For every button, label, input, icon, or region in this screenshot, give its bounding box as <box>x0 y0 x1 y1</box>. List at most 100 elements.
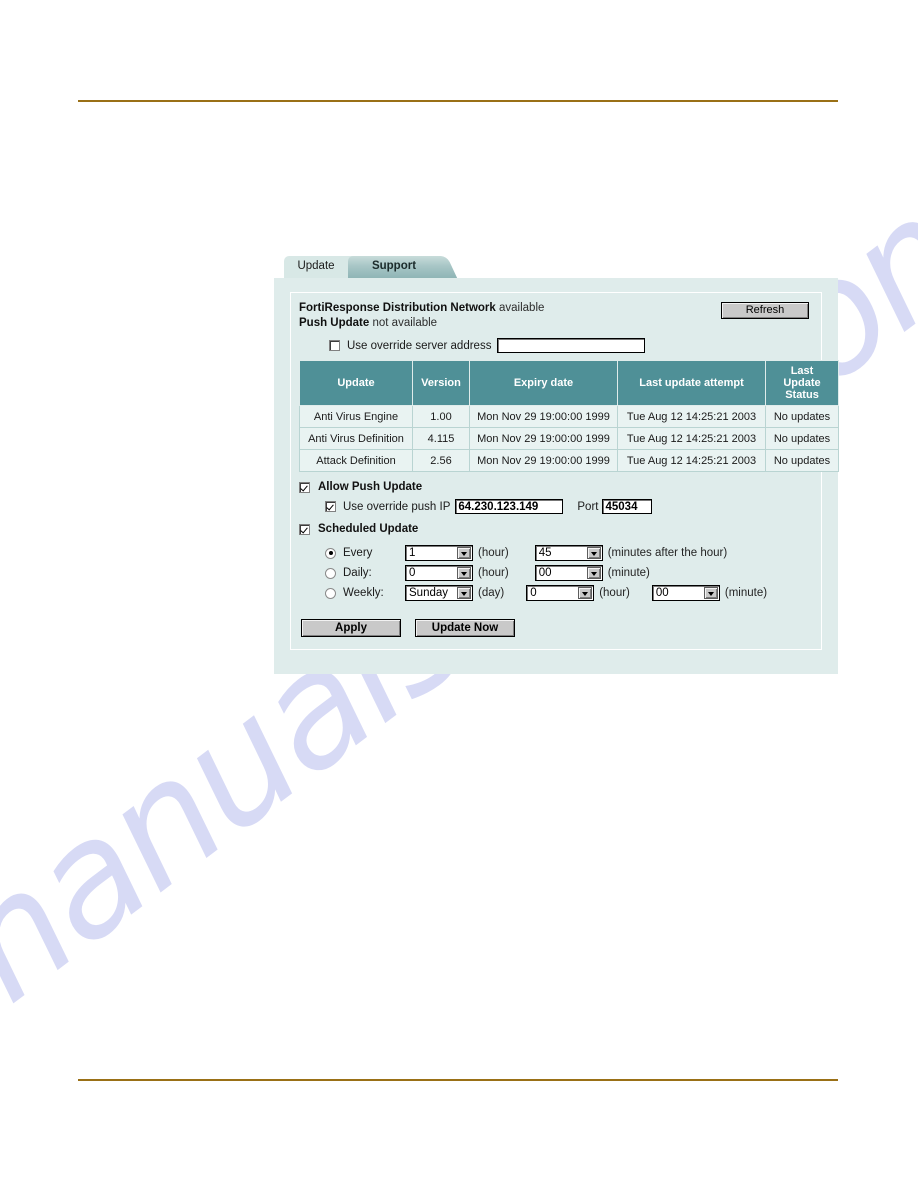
update-inner-box: FortiResponse Distribution Network avail… <box>290 292 839 650</box>
refresh-button[interactable]: Refresh <box>721 302 809 319</box>
tab-support[interactable]: Support <box>348 256 458 278</box>
override-push-ip-checkbox[interactable] <box>325 501 336 512</box>
cell-status: No updates <box>765 427 839 450</box>
update-page-screenshot: Update Support FortiResponse Distributio… <box>274 256 839 674</box>
tab-update-label: Update <box>297 260 335 272</box>
port-label: Port <box>577 500 599 513</box>
cell-last-attempt: Tue Aug 12 14:25:21 2003 <box>617 405 766 428</box>
override-push-ip-row: Use override push IP 64.230.123.149 Port… <box>325 499 813 514</box>
schedule-label-every: Every <box>343 547 373 559</box>
radio-daily[interactable] <box>325 567 336 579</box>
status-header: FortiResponse Distribution Network avail… <box>299 301 813 331</box>
schedule-row-weekly: Weekly: Sunday (day) 0 (hour) 00 (minute… <box>325 583 813 603</box>
chevron-down-icon <box>457 547 471 559</box>
every-hour-unit: (hour) <box>478 547 509 559</box>
chevron-down-icon <box>457 587 471 599</box>
allow-push-update-label: Allow Push Update <box>318 481 423 493</box>
every-minute-unit: (minutes after the hour) <box>607 547 728 559</box>
weekly-hour-unit: (hour) <box>599 587 630 599</box>
weekly-hour-select[interactable]: 0 <box>526 585 595 601</box>
every-minute-select[interactable]: 45 <box>534 545 603 561</box>
radio-weekly[interactable] <box>325 587 336 599</box>
cell-version: 2.56 <box>412 449 470 472</box>
cell-expiry: Mon Nov 29 19:00:00 1999 <box>469 449 618 472</box>
col-header-status-line-3: Status <box>785 389 819 401</box>
tab-support-skew <box>422 256 458 278</box>
table-head: Update Version Expiry date Last update a… <box>299 360 839 406</box>
daily-minute-select[interactable]: 00 <box>534 565 603 581</box>
col-header-expiry: Expiry date <box>469 360 618 406</box>
override-server-input[interactable] <box>497 338 646 353</box>
frdn-label: FortiResponse Distribution Network <box>299 302 496 314</box>
cell-expiry: Mon Nov 29 19:00:00 1999 <box>469 427 618 450</box>
col-header-status-line-2: Update <box>783 377 821 389</box>
table-body: Anti Virus Engine 1.00 Mon Nov 29 19:00:… <box>299 405 839 472</box>
table-row: Anti Virus Engine 1.00 Mon Nov 29 19:00:… <box>299 405 839 428</box>
weekly-hour-value: 0 <box>530 587 537 599</box>
page-bottom-rule <box>78 1079 838 1081</box>
cell-update: Anti Virus Definition <box>299 427 413 450</box>
daily-hour-unit: (hour) <box>478 567 509 579</box>
daily-hour-select[interactable]: 0 <box>405 565 473 581</box>
push-update-label: Push Update <box>299 317 370 329</box>
col-header-last-update-status: Last Update Status <box>765 360 839 406</box>
tab-update[interactable]: Update <box>284 256 377 278</box>
col-header-last-attempt: Last update attempt <box>617 360 766 406</box>
col-header-update: Update <box>299 360 413 406</box>
daily-minute-unit: (minute) <box>607 567 650 579</box>
scheduled-update-row: Scheduled Update <box>299 523 813 535</box>
table-header-row: Update Version Expiry date Last update a… <box>299 360 839 406</box>
schedule-row-daily: Daily: 0 (hour) 00 (minute) <box>325 563 813 583</box>
override-push-ip-input[interactable]: 64.230.123.149 <box>455 499 564 514</box>
schedule-label-daily: Daily: <box>343 567 372 579</box>
weekly-minute-value: 00 <box>655 587 669 599</box>
cell-version: 4.115 <box>412 427 470 450</box>
col-header-status-line-1: Last <box>790 365 814 377</box>
schedule-options: Every 1 (hour) 45 (minutes after the hou… <box>325 543 813 603</box>
tab-support-label: Support <box>371 260 417 272</box>
every-minute-value: 45 <box>538 547 552 559</box>
cell-status: No updates <box>765 449 839 472</box>
frdn-value: available <box>499 302 545 314</box>
table-row: Attack Definition 2.56 Mon Nov 29 19:00:… <box>299 449 839 472</box>
weekly-minute-unit: (minute) <box>724 587 768 599</box>
cell-update: Attack Definition <box>299 449 413 472</box>
chevron-down-icon <box>703 587 718 599</box>
schedule-row-every: Every 1 (hour) 45 (minutes after the hou… <box>325 543 813 563</box>
tab-strip: Update Support <box>284 256 838 278</box>
every-hour-select[interactable]: 1 <box>405 545 473 561</box>
weekly-day-select[interactable]: Sunday <box>405 585 473 601</box>
update-status-table: Update Version Expiry date Last update a… <box>299 360 839 472</box>
port-input[interactable]: 45034 <box>602 499 653 514</box>
schedule-label-weekly: Weekly: <box>343 587 384 599</box>
daily-hour-value: 0 <box>409 567 416 579</box>
every-hour-value: 1 <box>409 547 416 559</box>
cell-last-attempt: Tue Aug 12 14:25:21 2003 <box>617 449 766 472</box>
override-server-label: Use override server address <box>347 339 492 352</box>
cell-last-attempt: Tue Aug 12 14:25:21 2003 <box>617 427 766 450</box>
cell-update: Anti Virus Engine <box>299 405 413 428</box>
weekly-day-value: Sunday <box>409 587 449 599</box>
chevron-down-icon <box>457 567 471 579</box>
override-server-checkbox[interactable] <box>329 340 340 351</box>
update-now-button[interactable]: Update Now <box>415 619 515 637</box>
action-buttons: Apply Update Now <box>301 619 813 637</box>
allow-push-update-row: Allow Push Update <box>299 481 813 493</box>
push-update-value: not available <box>372 317 438 329</box>
page-top-rule <box>78 100 838 102</box>
radio-every[interactable] <box>325 547 336 559</box>
table-row: Anti Virus Definition 4.115 Mon Nov 29 1… <box>299 427 839 450</box>
weekly-day-unit: (day) <box>478 587 505 599</box>
weekly-minute-select[interactable]: 00 <box>651 585 720 601</box>
apply-button[interactable]: Apply <box>301 619 401 637</box>
chevron-down-icon <box>586 567 601 579</box>
chevron-down-icon <box>578 587 593 599</box>
override-server-row: Use override server address <box>329 338 813 353</box>
cell-expiry: Mon Nov 29 19:00:00 1999 <box>469 405 618 428</box>
daily-minute-value: 00 <box>538 567 552 579</box>
override-push-ip-label: Use override push IP <box>343 500 451 513</box>
cell-version: 1.00 <box>412 405 470 428</box>
allow-push-update-checkbox[interactable] <box>299 481 310 493</box>
scheduled-update-checkbox[interactable] <box>299 523 310 535</box>
update-panel: FortiResponse Distribution Network avail… <box>274 278 839 674</box>
